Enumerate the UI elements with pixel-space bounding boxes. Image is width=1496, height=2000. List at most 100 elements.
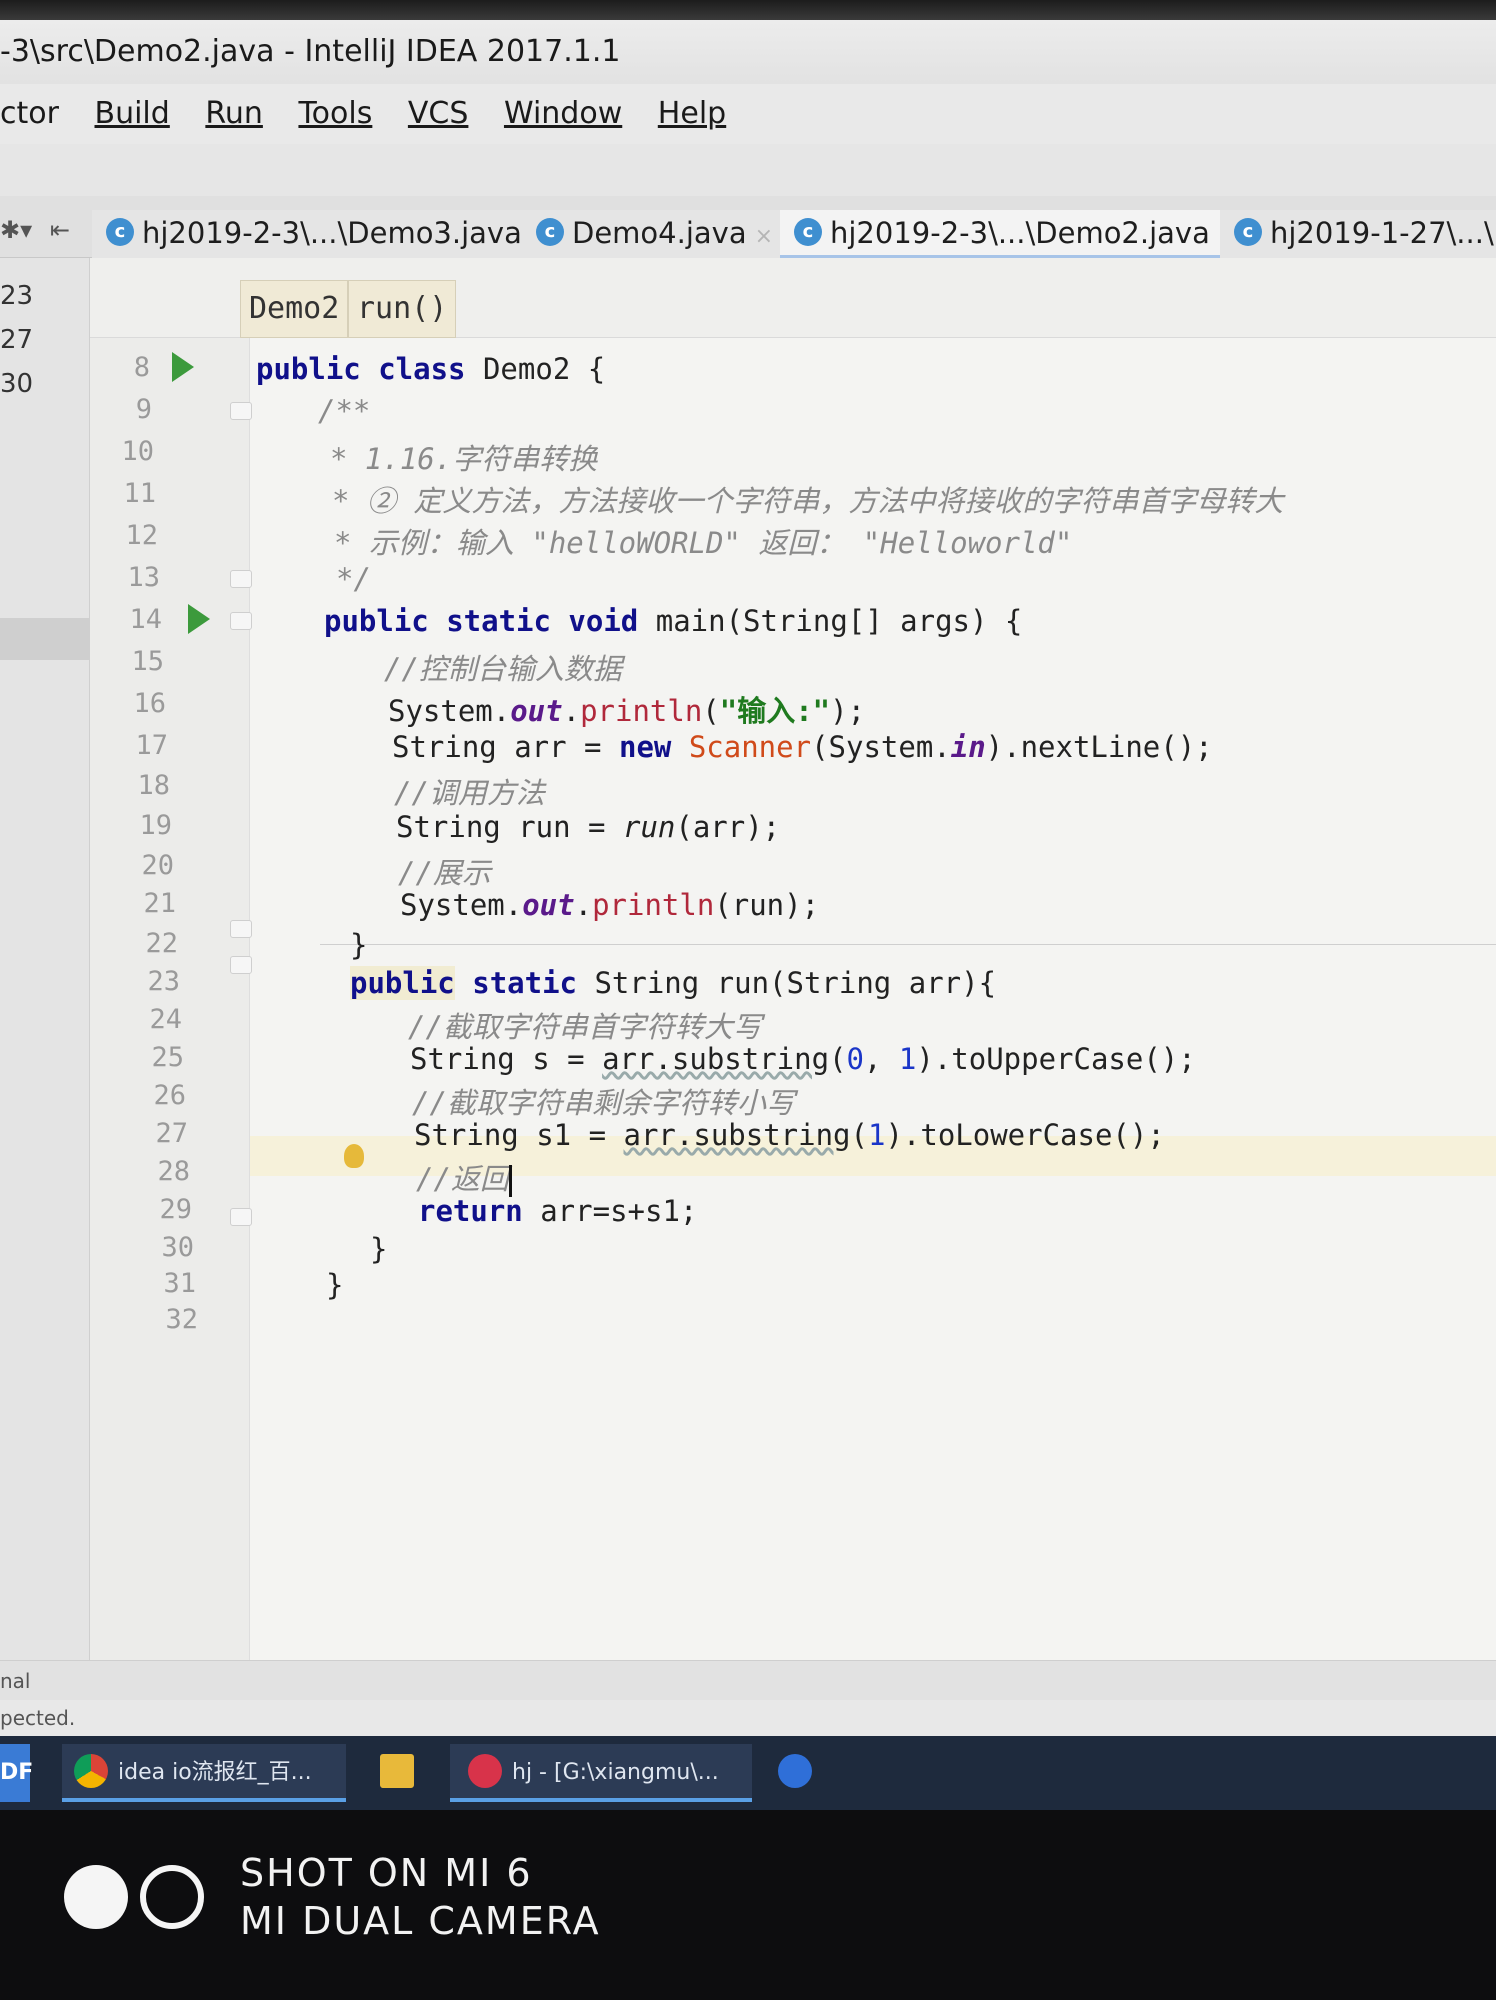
taskbar-label: DF: [0, 1760, 34, 1785]
lightbulb-icon[interactable]: [344, 1144, 364, 1168]
tab-demo4[interactable]: c Demo4.java ×: [522, 210, 789, 258]
monitor-bezel: [0, 0, 1496, 20]
run-class-icon[interactable]: [172, 352, 194, 382]
tab-label: Demo4.java: [572, 216, 747, 250]
code-line-17: String arr = new Scanner(System.in).next…: [392, 730, 1213, 764]
code-line-16: System.out.println("输入:");: [388, 694, 866, 728]
watermark-line1: SHOT ON MI 6: [240, 1851, 533, 1895]
line-number: 22: [145, 928, 178, 959]
line-gutter: 8 9 10 11 12 13 14 15 16 17 18 19 20 21 …: [90, 338, 252, 1660]
line-number: 19: [139, 810, 172, 841]
line-number: 30: [161, 1232, 194, 1263]
breadcrumb-class[interactable]: Demo2: [240, 280, 349, 338]
project-selected-row: [0, 618, 90, 660]
tab-demo2[interactable]: chj2019-2-3\...\Demo2.java×: [780, 210, 1252, 258]
code-line-30: }: [370, 1232, 388, 1266]
window-title-bar: -3\src\Demo2.java - IntelliJ IDEA 2017.1…: [0, 20, 1496, 84]
tab-demo3[interactable]: chj2019-2-3\...\Demo3.java×: [92, 210, 564, 258]
line-number: 17: [135, 730, 168, 761]
taskbar-explorer[interactable]: [372, 1744, 426, 1802]
taskbar-wps[interactable]: [774, 1744, 834, 1802]
menu-item-help[interactable]: Help: [658, 84, 726, 144]
code-line-12: * 示例：输入 "helloWORLD" 返回： "Helloworld": [334, 526, 1073, 560]
line-number: 24: [149, 1004, 182, 1035]
line-number: 13: [127, 562, 160, 593]
code-line-26: //截取字符串剩余字符转小写: [412, 1086, 795, 1120]
watermark-dot-ring: [140, 1865, 204, 1929]
fold-icon[interactable]: [230, 570, 252, 588]
window-title: -3\src\Demo2.java - IntelliJ IDEA 2017.1…: [0, 34, 621, 69]
code-line-13: */: [336, 562, 371, 596]
fold-icon[interactable]: [230, 920, 252, 938]
code-area[interactable]: public class Demo2 { /** * 1.16.字符串转换 * …: [250, 338, 1496, 1660]
collapse-icon[interactable]: ⇤: [50, 216, 70, 244]
menu-item-window[interactable]: Window: [504, 84, 622, 144]
code-line-22: }: [350, 928, 368, 962]
line-number: 16: [133, 688, 166, 719]
code-line-27: String s1 = arr.substring(1).toLowerCase…: [414, 1118, 1165, 1152]
class-icon: c: [536, 218, 564, 246]
code-line-21: System.out.println(run);: [400, 888, 820, 922]
class-icon: c: [106, 218, 134, 246]
code-line-8: public class Demo2 {: [256, 352, 606, 386]
code-line-28: //返回: [416, 1156, 512, 1198]
status-label[interactable]: nal: [0, 1669, 31, 1693]
code-line-15: //控制台输入数据: [384, 652, 622, 686]
line-number: 25: [151, 1042, 184, 1073]
code-line-29: return arr=s+s1;: [418, 1194, 698, 1228]
line-number: 21: [143, 888, 176, 919]
method-separator: [320, 944, 1496, 945]
line-number: 23: [147, 966, 180, 997]
menu-item-tools[interactable]: Tools: [298, 84, 372, 144]
line-number: 20: [141, 850, 174, 881]
tab-demo-other[interactable]: c hj2019-1-27\...\D: [1220, 210, 1496, 258]
fold-icon[interactable]: [230, 1208, 252, 1226]
code-line-10: * 1.16.字符串转换: [330, 442, 598, 476]
breadcrumb: Demo2 run(): [90, 258, 1496, 338]
fold-icon[interactable]: [230, 956, 252, 974]
project-row[interactable]: 23: [0, 274, 90, 318]
fold-icon[interactable]: [230, 612, 252, 630]
menu-item-build[interactable]: Build: [95, 84, 170, 144]
tool-window-bar: nal: [0, 1660, 1496, 1700]
taskbar-label: idea io流报红_百...: [118, 1760, 312, 1785]
code-line-18: //调用方法: [394, 776, 545, 810]
class-icon: c: [1234, 218, 1262, 246]
code-comment: //返回: [416, 1162, 509, 1196]
taskbar-intellij[interactable]: hj - [G:\xiangmu\...: [450, 1744, 752, 1802]
line-number: 14: [129, 604, 162, 635]
status-bar: pected.: [0, 1700, 1496, 1736]
line-number: 28: [157, 1156, 190, 1187]
line-number: 9: [135, 394, 152, 425]
menu-item-run[interactable]: Run: [205, 84, 263, 144]
code-line-23: public static String run(String arr){: [350, 966, 997, 1000]
folder-icon: [380, 1754, 414, 1788]
project-row[interactable]: 30: [0, 362, 90, 406]
line-number: 10: [121, 436, 154, 467]
close-icon[interactable]: ×: [755, 224, 773, 249]
project-row[interactable]: 27: [0, 318, 90, 362]
run-main-icon[interactable]: [188, 604, 210, 634]
taskbar-chrome[interactable]: idea io流报红_百...: [62, 1744, 346, 1802]
watermark-line2: MI DUAL CAMERA: [240, 1899, 601, 1943]
code-line-25: String s = arr.substring(0, 1).toUpperCa…: [410, 1042, 1196, 1076]
line-number: 12: [125, 520, 158, 551]
code-editor: Demo2 run() 8 9 10 11 12 13 14 15 16 17 …: [90, 258, 1496, 1660]
fold-icon[interactable]: [230, 402, 252, 420]
code-line-11: * ② 定义方法，方法接收一个字符串，方法中将接收的字符串首字母转大: [332, 484, 1284, 518]
menu-item-vcs[interactable]: VCS: [408, 84, 469, 144]
line-number: 29: [159, 1194, 192, 1225]
code-line-31: }: [326, 1268, 344, 1302]
breadcrumb-method[interactable]: run(): [348, 280, 457, 338]
taskbar-label: hj - [G:\xiangmu\...: [512, 1760, 719, 1785]
line-number: 11: [123, 478, 156, 509]
line-number: 27: [155, 1118, 188, 1149]
project-panel: 23 27 30: [0, 258, 90, 1660]
code-line-9: /**: [318, 394, 371, 428]
taskbar-pdf-app[interactable]: DF: [0, 1744, 34, 1802]
status-message: pected.: [0, 1706, 76, 1730]
menu-item-refactor[interactable]: ctor: [0, 84, 59, 144]
code-line-24: //截取字符串首字符转大写: [408, 1010, 762, 1044]
settings-icon[interactable]: ✱▾: [0, 216, 32, 244]
wps-icon: [778, 1754, 812, 1788]
